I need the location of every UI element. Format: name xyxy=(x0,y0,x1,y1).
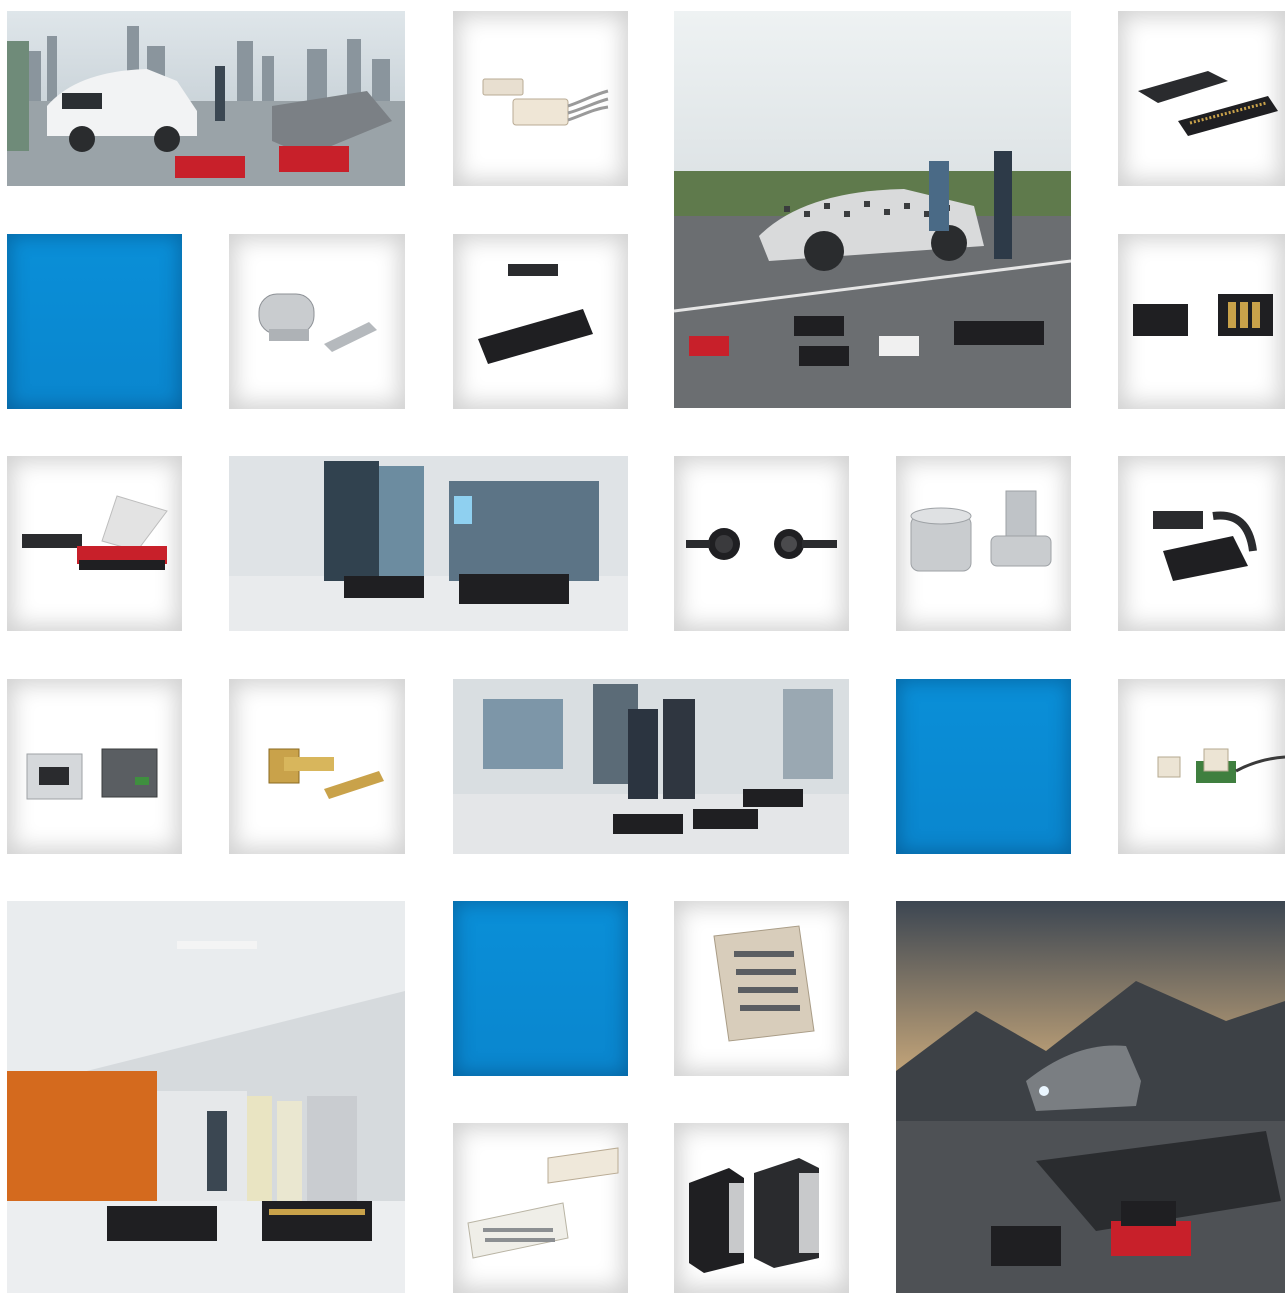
press-fit-pin-image xyxy=(258,293,377,352)
machine-hall-scene-tile[interactable] xyxy=(7,901,405,1293)
standoff-screw-tile[interactable] xyxy=(896,456,1071,631)
night-road-scene-tile[interactable] xyxy=(896,901,1285,1293)
rj45-jack-tile[interactable] xyxy=(7,679,182,854)
backplane-connector-image xyxy=(713,925,815,1042)
cable-housing-black-tile[interactable] xyxy=(1118,456,1285,631)
small-board-connector-image xyxy=(1157,748,1285,783)
ribbon-connector-red-image xyxy=(22,495,168,570)
rf-connector-gold-image xyxy=(268,748,384,799)
accent-blue-tile-3 xyxy=(453,901,628,1076)
header-black-tile[interactable] xyxy=(453,234,628,409)
circular-connector-image xyxy=(686,528,837,560)
backplane-connector-tile[interactable] xyxy=(674,901,849,1076)
ribbon-connector-red-tile[interactable] xyxy=(7,456,182,631)
press-fit-pin-tile[interactable] xyxy=(229,234,405,409)
board-to-board-black-tile[interactable] xyxy=(1118,11,1285,186)
industrial-cabinet-scene-image xyxy=(229,456,628,631)
test-track-scene-tile[interactable] xyxy=(674,11,1071,408)
small-board-connector-tile[interactable] xyxy=(1118,679,1285,854)
ev-charging-scene-tile[interactable] xyxy=(7,11,405,186)
wire-to-board-white-image xyxy=(482,78,609,126)
ev-charging-scene-image xyxy=(7,11,405,186)
power-module-black-tile[interactable] xyxy=(674,1123,849,1293)
standoff-screw-image xyxy=(910,490,1052,572)
machine-hall-scene-image xyxy=(7,901,405,1293)
power-connector-gold-image xyxy=(1133,294,1273,336)
board-to-board-black-image xyxy=(1138,71,1278,136)
rj45-jack-image xyxy=(26,748,158,800)
circular-connector-tile[interactable] xyxy=(674,456,849,631)
header-black-image xyxy=(478,264,593,364)
industrial-cabinet-scene-tile[interactable] xyxy=(229,456,628,631)
cable-housing-black-image xyxy=(1153,511,1257,581)
din-connector-white-tile[interactable] xyxy=(453,1123,628,1293)
accent-blue-tile-2 xyxy=(896,679,1071,854)
factory-meeting-scene-tile[interactable] xyxy=(453,679,849,854)
accent-blue-tile-1 xyxy=(7,234,182,409)
power-connector-gold-tile[interactable] xyxy=(1118,234,1285,409)
test-track-scene-image xyxy=(674,11,1071,408)
wire-to-board-white-tile[interactable] xyxy=(453,11,628,186)
night-road-scene-image xyxy=(896,901,1285,1293)
din-connector-white-image xyxy=(467,1147,619,1259)
power-module-black-image xyxy=(689,1158,819,1273)
factory-meeting-scene-image xyxy=(453,679,849,854)
rf-connector-gold-tile[interactable] xyxy=(229,679,405,854)
